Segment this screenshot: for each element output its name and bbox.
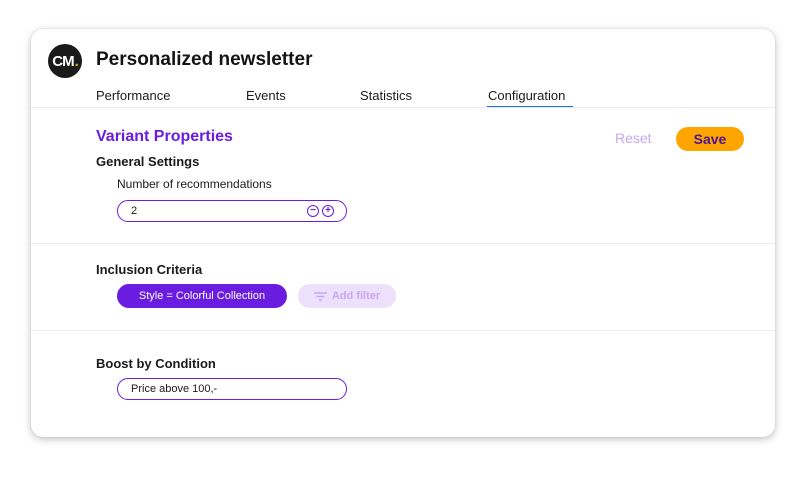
recommendations-label: Number of recommendations (117, 177, 272, 191)
filter-chip[interactable]: Style = Colorful Collection (117, 284, 287, 308)
tab-performance[interactable]: Performance (96, 88, 170, 103)
general-settings-heading: General Settings (96, 154, 200, 169)
tab-statistics[interactable]: Statistics (360, 88, 412, 103)
boost-condition-value: Price above 100,- (131, 383, 218, 395)
tab-configuration[interactable]: Configuration (488, 88, 565, 103)
plus-circle-icon[interactable]: + (322, 205, 334, 217)
page-title: Personalized newsletter (96, 49, 313, 70)
minus-circle-icon[interactable]: − (307, 205, 319, 217)
section-divider-2 (31, 330, 775, 331)
boost-condition-input[interactable]: Price above 100,- (117, 378, 347, 400)
logo-text: CM (52, 52, 74, 70)
variant-properties-heading: Variant Properties (96, 128, 233, 145)
boost-condition-heading: Boost by Condition (96, 356, 216, 371)
recommendations-value: 2 (131, 205, 138, 217)
reset-button[interactable]: Reset (615, 130, 652, 146)
cm-logo-icon: CM. (48, 44, 82, 78)
add-filter-button[interactable]: Add filter (298, 284, 396, 308)
inclusion-criteria-heading: Inclusion Criteria (96, 262, 203, 277)
add-filter-label: Add filter (331, 290, 381, 302)
recommendations-stepper[interactable]: 2 − + (117, 200, 347, 222)
tab-events[interactable]: Events (246, 88, 286, 103)
logo-dot: . (74, 52, 79, 70)
section-divider-1 (31, 243, 775, 244)
newsletter-card: CM. Personalized newsletter Performance … (31, 29, 775, 437)
header-divider (31, 107, 775, 108)
save-button[interactable]: Save (676, 127, 744, 151)
filter-icon (313, 291, 327, 301)
stepper-controls: − + (307, 205, 334, 217)
